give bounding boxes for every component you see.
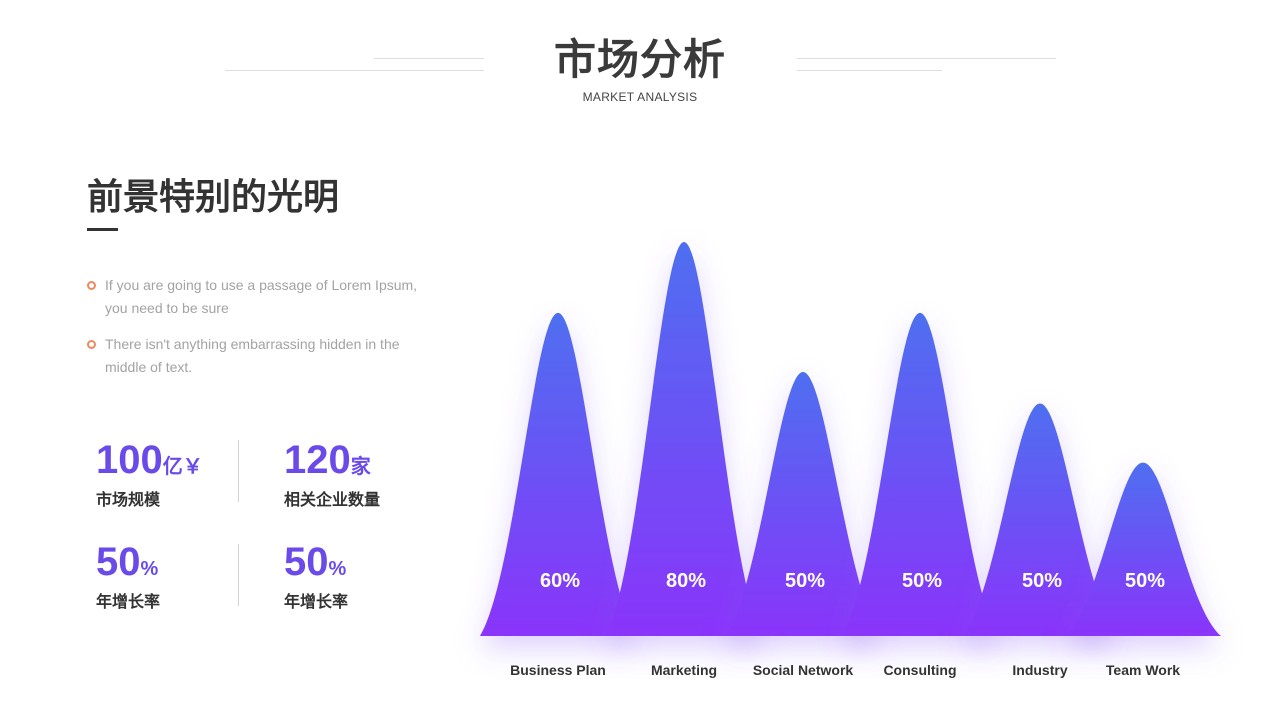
category-label: Marketing [651,662,717,678]
data-label: 80% [666,570,706,592]
data-label: 50% [1022,570,1062,592]
category-label: Industry [1012,662,1067,678]
category-label: Team Work [1106,662,1180,678]
peak-team-work [1065,462,1221,636]
data-label: 50% [785,570,825,592]
data-label: 50% [1125,570,1165,592]
data-label: 60% [540,570,580,592]
category-label: Business Plan [510,662,606,678]
peak-chart: 60% Business Plan 80% Marketing 50% Social Ne… [480,242,1221,678]
data-label: 50% [902,570,942,592]
category-label: Social Network [753,662,854,678]
category-label: Consulting [883,662,956,678]
